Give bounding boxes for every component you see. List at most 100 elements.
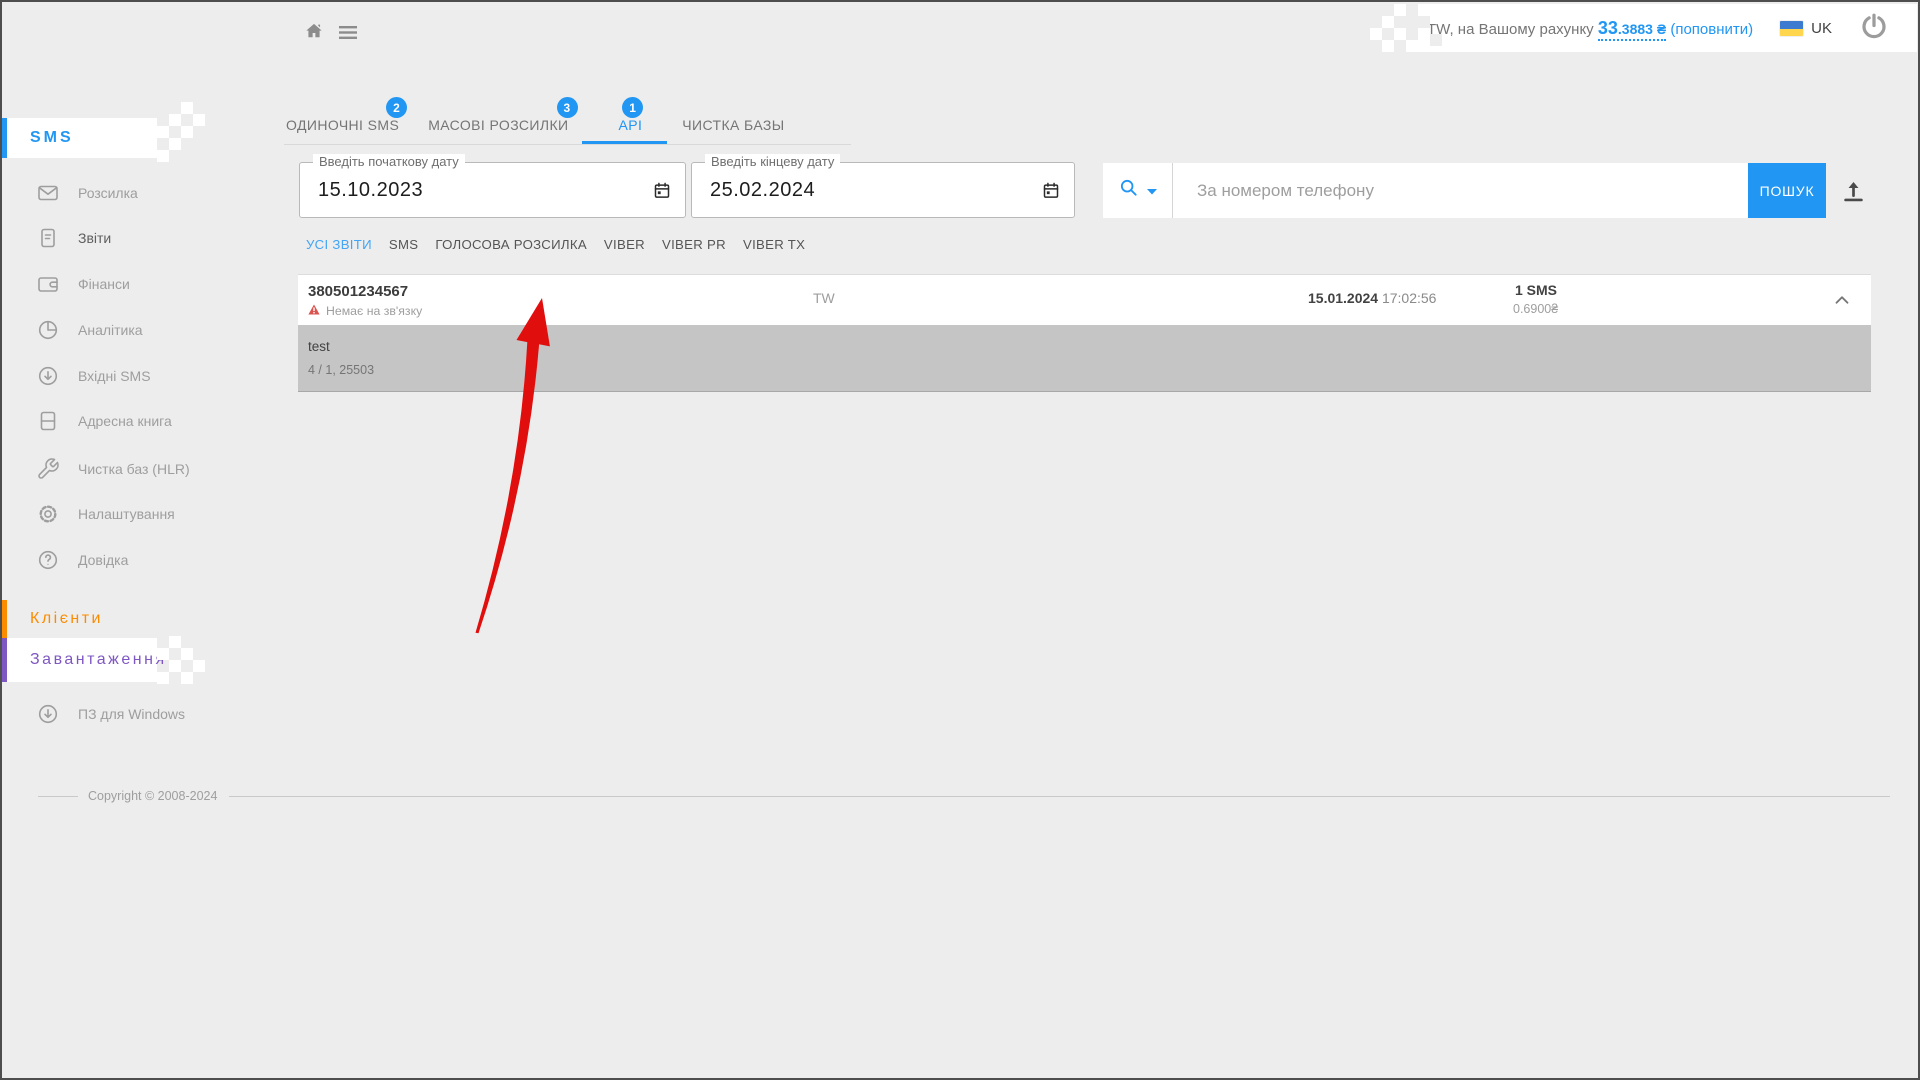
sidebar-item-adresna-knyha[interactable]: Адресна книга bbox=[36, 401, 172, 441]
warning-icon bbox=[308, 304, 320, 318]
sent-date: 15.01.2024 bbox=[1308, 290, 1378, 306]
report-row[interactable]: 380501234567 Немає на зв'язку TW 15.01.2… bbox=[298, 274, 1871, 325]
sidebar-item-zvity[interactable]: Звіти bbox=[36, 218, 111, 258]
pixel-decoration bbox=[181, 648, 193, 660]
sidebar-item-rozsylka[interactable]: Розсилка bbox=[36, 173, 138, 213]
copyright-text: Copyright © 2008-2024 bbox=[88, 789, 217, 803]
sidebar-item-label: Фінанси bbox=[78, 276, 130, 292]
filter-viber-pr[interactable]: VIBER PR bbox=[662, 237, 726, 252]
filter-viber-tx[interactable]: VIBER TX bbox=[743, 237, 805, 252]
pixel-decoration bbox=[157, 150, 169, 162]
filter-viber[interactable]: VIBER bbox=[604, 237, 645, 252]
chevron-down-icon bbox=[1147, 182, 1157, 200]
tab-label: API bbox=[619, 117, 643, 133]
sent-time: 17:02:56 bbox=[1382, 290, 1437, 306]
sidebar-item-label: Вхідні SMS bbox=[78, 368, 151, 384]
filter-usi-zvity[interactable]: УСІ ЗВІТИ bbox=[306, 237, 372, 252]
pixel-decoration bbox=[169, 114, 181, 126]
sms-price: 0.6900₴ bbox=[1513, 302, 1558, 316]
tab-chystka-bazy[interactable]: ЧИСТКА БАЗЫ bbox=[667, 97, 798, 144]
tab-masovi-rozsylky[interactable]: МАСОВІ РОЗСИЛКИ 3 bbox=[413, 97, 581, 144]
sent-datetime: 15.01.2024 17:02:56 bbox=[1308, 290, 1436, 306]
sidebar-item-finansy[interactable]: Фінанси bbox=[36, 264, 130, 304]
filter-holosova-rozsylka[interactable]: ГОЛОСОВА РОЗСИЛКА bbox=[435, 237, 587, 252]
home-icon[interactable] bbox=[303, 20, 325, 47]
date-to-field[interactable]: Введіть кінцеву дату 25.02.2024 bbox=[691, 162, 1075, 218]
pixel-decoration bbox=[169, 660, 181, 672]
pixel-decoration bbox=[181, 126, 193, 138]
search-type-dropdown[interactable] bbox=[1103, 163, 1173, 218]
pixel-decoration bbox=[1418, 16, 1430, 28]
sidebar-item-chystka-baz[interactable]: Чистка баз (HLR) bbox=[36, 449, 190, 489]
date-from-field[interactable]: Введіть початкову дату 15.10.2023 bbox=[299, 162, 686, 218]
sidebar-item-label: Аналітика bbox=[78, 322, 143, 338]
search-button[interactable]: ПОШУК bbox=[1748, 163, 1826, 218]
pixel-decoration bbox=[157, 126, 169, 138]
message-meta: 4 / 1, 25503 bbox=[308, 363, 374, 377]
sidebar-item-dovidka[interactable]: Довідка bbox=[36, 540, 128, 580]
sidebar-item-windows-app[interactable]: ПЗ для Windows bbox=[36, 694, 185, 734]
download-icon bbox=[36, 702, 60, 726]
report-filter-tabs: УСІ ЗВІТИ SMS ГОЛОСОВА РОЗСИЛКА VIBER VI… bbox=[306, 237, 805, 252]
tab-badge: 2 bbox=[386, 97, 407, 118]
pixel-decoration bbox=[193, 114, 205, 126]
status-badge: Немає на зв'язку bbox=[308, 304, 422, 318]
search-icon bbox=[1118, 177, 1140, 204]
tab-odynochni-sms[interactable]: ОДИНОЧНІ SMS 2 bbox=[284, 97, 413, 144]
sidebar-section-clients[interactable]: Клієнти bbox=[0, 600, 157, 638]
pixel-decoration bbox=[193, 660, 205, 672]
power-logout-icon[interactable] bbox=[1859, 11, 1889, 46]
sidebar-item-label: Налаштування bbox=[78, 506, 175, 522]
currency-symbol: ₴ bbox=[1657, 21, 1666, 37]
language-code: UK bbox=[1811, 20, 1832, 37]
language-switcher[interactable]: UK bbox=[1780, 20, 1832, 37]
tab-label: ОДИНОЧНІ SMS bbox=[286, 117, 399, 133]
phone-number: 380501234567 bbox=[308, 283, 408, 300]
copyright: Copyright © 2008-2024 bbox=[38, 789, 1890, 803]
search-bar: ПОШУК bbox=[1103, 163, 1826, 218]
pixel-decoration bbox=[169, 636, 181, 648]
status-text: Немає на зв'язку bbox=[326, 304, 422, 318]
pixel-decoration bbox=[181, 672, 193, 684]
sidebar-item-analityka[interactable]: Аналітика bbox=[36, 310, 143, 350]
divider bbox=[38, 796, 78, 797]
filter-sms[interactable]: SMS bbox=[389, 237, 418, 252]
sidebar-item-label: Довідка bbox=[78, 552, 128, 568]
search-input[interactable] bbox=[1173, 163, 1748, 218]
pixel-decoration bbox=[1382, 16, 1394, 28]
upload-icon[interactable] bbox=[1840, 177, 1867, 209]
pixel-decoration bbox=[1370, 28, 1382, 40]
date-to-value: 25.02.2024 bbox=[710, 163, 815, 217]
report-row-details: test 4 / 1, 25503 bbox=[298, 325, 1871, 392]
wrench-icon bbox=[36, 457, 60, 481]
tab-api[interactable]: API 1 bbox=[582, 97, 668, 144]
topbar: TW, на Вашому рахунку 33.3883 ₴ (поповни… bbox=[1418, 4, 1917, 52]
sidebar-section-downloads[interactable]: Завантаження bbox=[0, 638, 157, 682]
hamburger-icon[interactable] bbox=[339, 26, 358, 45]
topup-link[interactable]: (поповнити) bbox=[1670, 21, 1753, 38]
sidebar-item-label: ПЗ для Windows bbox=[78, 706, 185, 722]
calendar-icon[interactable] bbox=[652, 180, 672, 206]
sidebar-item-label: Розсилка bbox=[78, 185, 138, 201]
pixel-decoration bbox=[1406, 40, 1418, 52]
pixel-decoration bbox=[157, 672, 169, 684]
calendar-icon[interactable] bbox=[1041, 180, 1061, 206]
mail-icon bbox=[36, 181, 60, 205]
account-balance: TW, на Вашому рахунку 33.3883 ₴ (поповни… bbox=[1427, 18, 1753, 39]
sidebar-brand-sms[interactable]: SMS bbox=[0, 118, 157, 158]
analytics-icon bbox=[36, 318, 60, 342]
sidebar-item-vhidni-sms[interactable]: Вхідні SMS bbox=[36, 356, 151, 396]
balance-prefix: TW, на Вашому рахунку bbox=[1427, 21, 1594, 38]
chevron-up-icon[interactable] bbox=[1831, 289, 1853, 316]
address-book-icon bbox=[36, 409, 60, 433]
gear-icon bbox=[36, 502, 60, 526]
tab-label: ЧИСТКА БАЗЫ bbox=[682, 117, 784, 133]
sidebar-item-label: Адресна книга bbox=[78, 413, 172, 429]
sender-name: TW bbox=[813, 290, 835, 306]
balance-amount[interactable]: 33.3883 ₴ bbox=[1598, 21, 1666, 41]
sidebar-item-nalashtuvannya[interactable]: Налаштування bbox=[36, 494, 175, 534]
sidebar-item-label: Чистка баз (HLR) bbox=[78, 461, 190, 477]
inbox-icon bbox=[36, 364, 60, 388]
tab-label: МАСОВІ РОЗСИЛКИ bbox=[428, 117, 568, 133]
pixel-decoration bbox=[1394, 4, 1406, 16]
